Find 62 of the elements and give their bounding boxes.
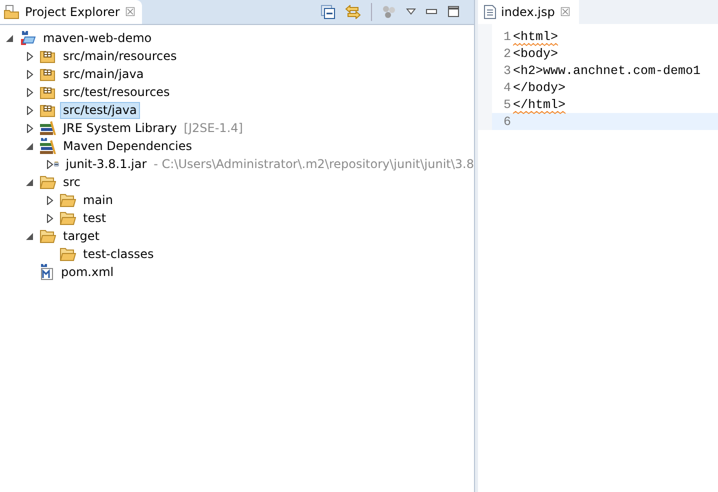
collapsed-arrow-icon[interactable]: [26, 70, 34, 78]
tree-item[interactable]: src/test/resources: [60, 84, 173, 100]
code-line: <html>: [513, 30, 558, 44]
folder-icon: [60, 247, 76, 261]
tree-item[interactable]: src/main/resources: [60, 48, 180, 64]
folder-icon: [40, 229, 56, 243]
tree-item[interactable]: main: [80, 192, 116, 208]
collapse-all-icon[interactable]: [321, 5, 335, 19]
line-number: 3: [502, 64, 512, 78]
line-number: 5: [502, 98, 512, 112]
folder-icon: [40, 175, 56, 189]
collapsed-arrow-icon[interactable]: [46, 214, 54, 222]
tree-item[interactable]: test: [80, 210, 110, 226]
line-number: 2: [502, 46, 512, 60]
close-icon[interactable]: ☒: [560, 5, 571, 19]
tree-item[interactable]: Maven Dependencies: [60, 138, 196, 154]
package-folder-icon: [40, 67, 56, 81]
maximize-icon[interactable]: [448, 6, 460, 18]
view-menu-icon[interactable]: [406, 8, 416, 16]
item-decoration: [J2SE-1.4]: [184, 121, 243, 135]
collapsed-arrow-icon[interactable]: [46, 160, 54, 168]
minimize-icon[interactable]: [426, 9, 438, 15]
expanded-arrow-icon[interactable]: [26, 178, 34, 186]
project-explorer-tab[interactable]: Project Explorer ☒: [0, 0, 142, 24]
folder-icon: [60, 211, 76, 225]
collapsed-arrow-icon[interactable]: [26, 52, 34, 60]
tree-item[interactable]: maven-web-demo: [40, 30, 155, 46]
collapsed-arrow-icon[interactable]: [46, 196, 54, 204]
tree-item[interactable]: target: [60, 228, 102, 244]
package-folder-icon: [40, 49, 56, 63]
tree-item[interactable]: JRE System Library: [60, 120, 180, 136]
code-line: </body>: [513, 80, 566, 94]
editor-tab[interactable]: index.jsp ☒: [478, 0, 579, 24]
tree-item[interactable]: junit-3.8.1.jar: [62, 156, 150, 172]
code-line: <h2>www.anchnet.com-demo1: [513, 64, 701, 78]
line-number: 4: [502, 80, 512, 94]
close-icon[interactable]: ☒: [124, 5, 136, 19]
line-number: 6: [502, 114, 512, 128]
package-folder-icon: [40, 103, 56, 117]
project-icon: [20, 30, 36, 46]
line-number: 1: [502, 30, 512, 44]
tree-item[interactable]: src: [60, 174, 84, 190]
package-folder-icon: [40, 85, 56, 99]
expanded-arrow-icon[interactable]: [26, 232, 34, 240]
tree-item[interactable]: src/main/java: [60, 66, 147, 82]
code-line: </html>: [513, 98, 566, 112]
maven-file-icon: [40, 264, 54, 280]
tree-item[interactable]: src/test/java: [60, 102, 140, 118]
code-line: <body>: [513, 46, 558, 60]
file-icon: [484, 5, 496, 19]
expanded-arrow-icon[interactable]: [6, 34, 14, 42]
tree-item[interactable]: pom.xml: [58, 264, 117, 280]
folder-icon: [4, 5, 20, 19]
expanded-arrow-icon[interactable]: [26, 142, 34, 150]
folder-icon: [60, 193, 76, 207]
collapsed-arrow-icon[interactable]: [26, 88, 34, 96]
books-icon: [40, 121, 56, 135]
maven-books-icon: [40, 138, 56, 154]
collapsed-arrow-icon[interactable]: [26, 106, 34, 114]
collapsed-arrow-icon[interactable]: [26, 124, 34, 132]
tree-item[interactable]: test-classes: [80, 246, 157, 262]
item-decoration: - C:\Users\Administrator\.m2\repository\junit\junit\3.8: [154, 157, 474, 171]
